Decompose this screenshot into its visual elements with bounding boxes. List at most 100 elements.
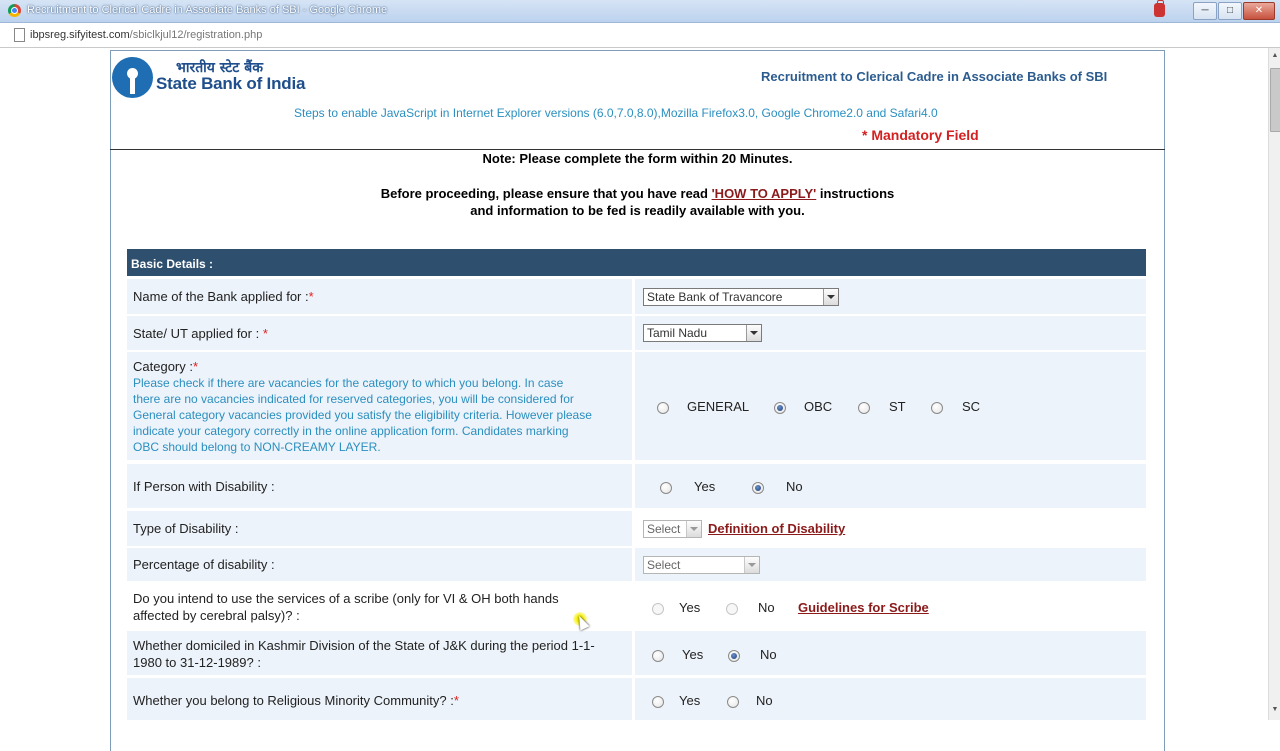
category-label-cell: Category :* Please check if there are va… (127, 352, 632, 460)
category-st-radio[interactable] (858, 402, 870, 414)
page-icon (14, 28, 25, 42)
minority-input-cell (635, 678, 1146, 720)
proceed-text-line2: and information to be fed is readily ava… (470, 203, 805, 218)
maximize-button[interactable]: □ (1218, 2, 1242, 20)
category-general-radio[interactable] (657, 402, 669, 414)
category-note-line: OBC should belong to NON-CREAMY LAYER. (133, 440, 381, 454)
state-label: State/ UT applied for : * (133, 326, 268, 341)
javascript-steps-link[interactable]: Steps to enable JavaScript in Internet E… (294, 106, 938, 120)
browser-title-bar: Recruitment to Clerical Cadre in Associa… (0, 0, 1280, 23)
bank-label-text: Name of the Bank applied for : (133, 289, 309, 304)
url-path: /sbiclkjul12/registration.php (129, 29, 263, 41)
chevron-down-icon[interactable] (744, 557, 759, 573)
minority-label-text: Whether you belong to Religious Minority… (133, 693, 454, 708)
category-st-label: ST (889, 399, 906, 414)
disability-pct-label-cell: Percentage of disability : (127, 548, 632, 581)
chrome-icon (8, 4, 21, 17)
chevron-down-icon[interactable] (823, 289, 838, 305)
definition-of-disability-link[interactable]: Definition of Disability (708, 521, 845, 536)
minority-no-label: No (756, 693, 773, 708)
disability-type-select[interactable]: Select (643, 520, 702, 538)
chevron-down-icon[interactable] (746, 325, 761, 341)
close-button[interactable]: ✕ (1243, 2, 1275, 20)
category-label: Category :* (133, 359, 198, 374)
time-note: Note: Please complete the form within 20… (482, 151, 793, 166)
scribe-yes-radio[interactable] (652, 603, 664, 615)
state-label-text: State/ UT applied for : (133, 326, 263, 341)
disability-type-label: Type of Disability : (133, 521, 239, 536)
kashmir-yes-label: Yes (682, 647, 704, 662)
category-general-label: GENERAL (687, 399, 750, 414)
mandatory-field-note: * Mandatory Field (862, 127, 979, 143)
scribe-no-radio[interactable] (726, 603, 738, 615)
scribe-label-cell: Do you intend to use the services of a s… (127, 584, 632, 630)
category-sc-radio[interactable] (931, 402, 943, 414)
category-obc-label: OBC (804, 399, 833, 414)
bank-select[interactable]: State Bank of Travancore (643, 288, 839, 306)
logo-text: State Bank of India (156, 74, 306, 93)
scribe-label-line1: Do you intend to use the services of a s… (133, 591, 559, 606)
minimize-button[interactable]: ─ (1193, 2, 1217, 20)
state-select[interactable]: Tamil Nadu (643, 324, 762, 342)
kashmir-input-cell (635, 631, 1146, 675)
kashmir-yes-radio[interactable] (652, 650, 664, 662)
bank-select-value: State Bank of Travancore (647, 290, 783, 304)
proceed-instructions: Before proceeding, please ensure that yo… (110, 185, 1165, 219)
chevron-down-icon[interactable] (686, 521, 701, 537)
required-star: * (308, 289, 314, 304)
required-star: * (262, 326, 268, 341)
disability-pct-select[interactable]: Select (643, 556, 760, 574)
minority-yes-label: Yes (679, 693, 701, 708)
required-star: * (192, 359, 199, 374)
kashmir-label-line1: Whether domiciled in Kashmir Division of… (133, 638, 595, 653)
category-obc-radio[interactable] (774, 402, 786, 414)
kashmir-label-cell: Whether domiciled in Kashmir Division of… (127, 631, 632, 675)
proceed-text-end: instructions (816, 186, 895, 201)
scrollbar-thumb[interactable] (1270, 68, 1280, 132)
state-select-value: Tamil Nadu (647, 326, 708, 340)
scroll-up-arrow-icon[interactable]: ▲ (1270, 50, 1280, 62)
disability-yes-radio[interactable] (660, 482, 672, 494)
category-note-line: Please check if there are vacancies for … (133, 376, 564, 390)
page-title: Recruitment to Clerical Cadre in Associa… (761, 69, 1108, 84)
proceed-text: Before proceeding, please ensure that yo… (380, 186, 712, 201)
how-to-apply-link[interactable]: 'HOW TO APPLY' (712, 186, 817, 201)
disability-pct-value: Select (647, 558, 681, 572)
scribe-yes-label: Yes (679, 600, 701, 615)
window-title: Recruitment to Clerical Cadre in Associa… (27, 4, 388, 16)
category-note-line: indicate your category correctly in the … (133, 424, 569, 438)
disability-label-cell: If Person with Disability : (127, 464, 632, 508)
category-note-line: there are no vacancies indicated for res… (133, 392, 574, 406)
sbi-logo-icon (112, 57, 153, 98)
header-separator (110, 149, 1165, 150)
minority-label: Whether you belong to Religious Minority… (133, 693, 459, 708)
kashmir-no-radio[interactable] (728, 650, 740, 662)
url-host: ibpsreg.sifyitest.com (30, 29, 130, 41)
disability-yes-label: Yes (694, 479, 716, 494)
scribe-label-line2: affected by cerebral palsy)? : (133, 608, 300, 623)
address-bar[interactable]: ibpsreg.sifyitest.com/sbiclkjul12/regist… (0, 23, 1280, 48)
category-label-text: Category : (133, 359, 193, 374)
disability-no-label: No (786, 479, 803, 494)
bank-label: Name of the Bank applied for :* (133, 289, 314, 304)
minority-no-radio[interactable] (727, 696, 739, 708)
state-label-cell: State/ UT applied for : * (127, 316, 632, 350)
disability-no-radio[interactable] (752, 482, 764, 494)
extension-icon[interactable] (1154, 0, 1165, 17)
disability-type-label-cell: Type of Disability : (127, 511, 632, 546)
bank-label-cell: Name of the Bank applied for :* (127, 279, 632, 314)
scribe-no-label: No (758, 600, 775, 615)
guidelines-for-scribe-link[interactable]: Guidelines for Scribe (798, 600, 929, 615)
url-field[interactable]: ibpsreg.sifyitest.com/sbiclkjul12/regist… (30, 29, 262, 41)
disability-label: If Person with Disability : (133, 479, 275, 494)
basic-details-header: Basic Details : (127, 249, 1146, 276)
scroll-down-arrow-icon[interactable]: ▼ (1270, 704, 1280, 716)
kashmir-label-line2: 1980 to 31-12-1989? : (133, 655, 261, 670)
section-title: Basic Details : (131, 257, 214, 271)
disability-type-value: Select (647, 522, 681, 536)
category-note-line: General category vacancies provided you … (133, 408, 592, 422)
minority-yes-radio[interactable] (652, 696, 664, 708)
disability-pct-label: Percentage of disability : (133, 557, 275, 572)
kashmir-no-label: No (760, 647, 777, 662)
vertical-scrollbar[interactable]: ▲ ▼ (1268, 48, 1280, 720)
